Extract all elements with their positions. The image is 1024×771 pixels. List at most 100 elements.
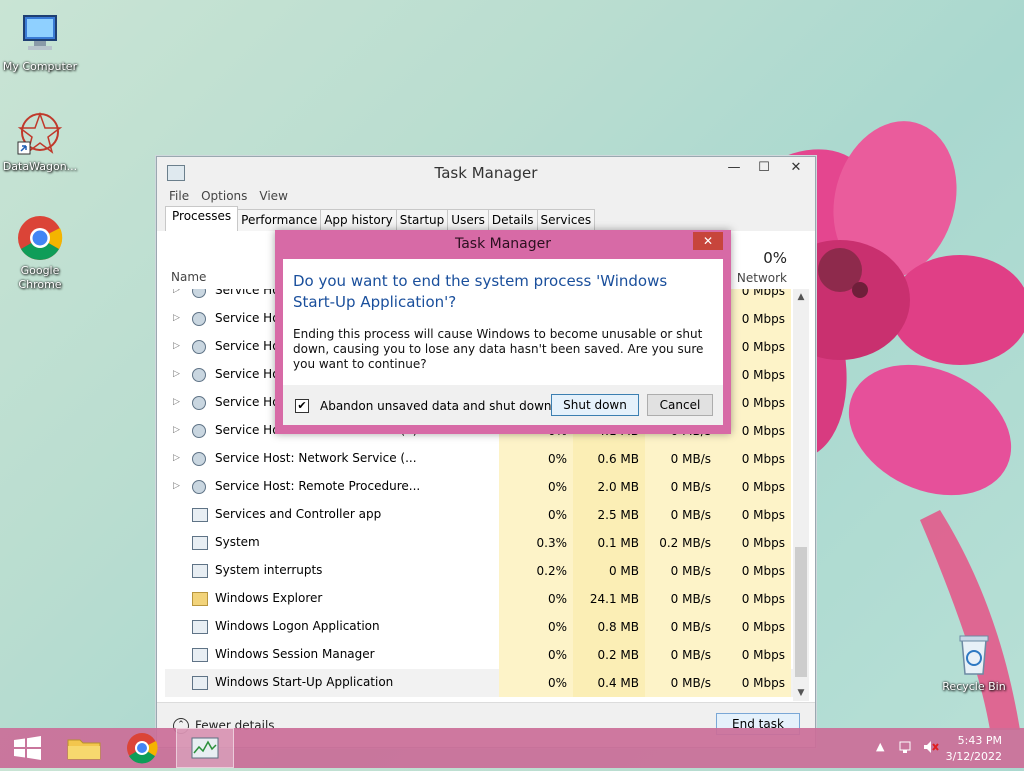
gear-icon [192,340,206,354]
maximize-button[interactable]: ☐ [749,157,779,179]
taskbar-chrome[interactable] [114,728,170,768]
expand-arrow-icon[interactable]: ▷ [173,369,180,379]
memory-usage: 24.1 MB [573,585,645,613]
process-row[interactable]: Services and Controller app 0% 2.5 MB 0 MB/… [165,501,793,529]
cpu-usage: 0% [499,585,573,613]
close-button[interactable]: ✕ [779,157,813,179]
disk-usage: 0 MB/s [645,613,717,641]
cpu-usage: 0.3% [499,529,573,557]
folder-icon [192,592,208,606]
vertical-scrollbar[interactable]: ▲ ▼ [793,289,809,701]
process-row[interactable]: System interrupts 0.2% 0 MB 0 MB/s 0 Mbps [165,557,793,585]
disk-usage: 0 MB/s [645,501,717,529]
title-bar[interactable]: Task Manager — ☐ ✕ [157,157,815,187]
memory-usage: 2.0 MB [573,473,645,501]
process-row[interactable]: Windows Logon Application 0% 0.8 MB 0 MB/s 0… [165,613,793,641]
datawagon-icon [16,110,64,158]
gear-icon [192,289,206,298]
tab-details[interactable]: Details [487,209,538,231]
app-icon [192,536,208,550]
network-icon[interactable] [898,739,914,758]
abandon-data-label[interactable]: Abandon unsaved data and shut down. [320,399,555,413]
volume-muted-icon[interactable] [922,739,940,758]
show-hidden-icons-button[interactable]: ▲ [876,740,884,753]
tab-services[interactable]: Services [536,209,596,231]
disk-usage: 0.2 MB/s [645,529,717,557]
cpu-usage: 0.2% [499,557,573,585]
menu-options[interactable]: Options [197,187,251,207]
app-icon [192,620,208,634]
app-icon [192,676,208,690]
column-name[interactable]: Name [171,270,206,284]
memory-usage: 0 MB [573,557,645,585]
expand-arrow-icon[interactable]: ▷ [173,289,180,295]
tab-users[interactable]: Users [447,209,489,231]
tab-app-history[interactable]: App history [320,209,397,231]
desktop-icon-google-chrome[interactable]: Google Chrome [0,214,80,292]
expand-arrow-icon[interactable]: ▷ [173,397,180,407]
folder-icon [67,739,101,760]
cpu-usage: 0% [499,501,573,529]
taskbar-file-explorer[interactable] [56,728,112,768]
tab-performance[interactable]: Performance [237,209,322,231]
minimize-button[interactable]: — [719,157,749,179]
dialog-title: Task Manager [454,236,552,252]
process-row[interactable]: Windows Session Manager 0% 0.2 MB 0 MB/s 0 M… [165,641,793,669]
tab-strip: Processes Performance App history Startu… [157,206,815,232]
recycle-bin-icon [950,630,998,678]
abandon-data-checkbox[interactable]: ✔ [295,399,309,413]
network-usage-percent: 0% [763,249,787,267]
disk-usage: 0 MB/s [645,445,717,473]
clock-date: 3/12/2022 [945,750,1002,763]
process-row[interactable]: Windows Start-Up Application 0% 0.4 MB 0 MB… [165,669,793,697]
start-button[interactable] [0,728,56,768]
expand-arrow-icon[interactable]: ▷ [173,313,180,323]
expand-arrow-icon[interactable]: ▷ [173,341,180,351]
dialog-message: Ending this process will cause Windows t… [293,327,704,371]
gear-icon [192,368,206,382]
menu-view[interactable]: View [255,187,291,207]
gear-icon [192,396,206,410]
tab-processes[interactable]: Processes [165,206,239,231]
taskbar-task-manager[interactable] [176,728,234,768]
confirm-dialog[interactable]: Task Manager ✕ Do you want to end the sy… [275,230,731,434]
desktop-icon-datawagon[interactable]: DataWagon... [0,110,80,174]
expand-arrow-icon[interactable]: ▷ [173,481,180,491]
gear-icon [192,312,206,326]
window-title: Task Manager [434,164,538,182]
app-icon [192,648,208,662]
cpu-usage: 0% [499,613,573,641]
dialog-close-button[interactable]: ✕ [693,232,723,250]
process-name: System [215,535,260,549]
windows-logo-icon [14,736,41,760]
network-usage: 0 Mbps [717,669,791,697]
desktop-icon-recycle-bin[interactable]: Recycle Bin [934,630,1014,694]
process-row[interactable]: Windows Explorer 0% 24.1 MB 0 MB/s 0 Mbps [165,585,793,613]
scroll-thumb[interactable] [795,547,807,677]
process-name: Windows Session Manager [215,647,375,661]
scroll-up-icon[interactable]: ▲ [793,289,809,305]
tab-startup[interactable]: Startup [395,209,449,231]
cpu-usage: 0% [499,473,573,501]
menu-file[interactable]: File [165,187,193,207]
task-manager-icon [191,737,219,759]
process-row[interactable]: System 0.3% 0.1 MB 0.2 MB/s 0 Mbps [165,529,793,557]
shut-down-button[interactable]: Shut down [551,394,639,416]
network-usage: 0 Mbps [717,585,791,613]
expand-arrow-icon[interactable]: ▷ [173,453,180,463]
desktop-icon-label: Google Chrome [18,264,62,291]
computer-icon [16,10,64,58]
cancel-button[interactable]: Cancel [647,394,713,416]
memory-usage: 0.8 MB [573,613,645,641]
taskbar-clock[interactable]: 5:43 PM 3/12/2022 [946,733,1002,765]
scroll-down-icon[interactable]: ▼ [793,685,809,701]
clock-time: 5:43 PM [957,734,1002,747]
process-name: Service Host: Remote Procedure... [215,479,421,493]
disk-usage: 0 MB/s [645,669,717,697]
gear-icon [192,424,206,438]
process-row[interactable]: ▷ Service Host: Remote Procedure... 0% 2.0 … [165,473,793,501]
desktop-icon-my-computer[interactable]: My Computer [0,10,80,74]
expand-arrow-icon[interactable]: ▷ [173,425,180,435]
process-row[interactable]: ▷ Service Host: Network Service (... 0% 0.6… [165,445,793,473]
gear-icon [192,480,206,494]
